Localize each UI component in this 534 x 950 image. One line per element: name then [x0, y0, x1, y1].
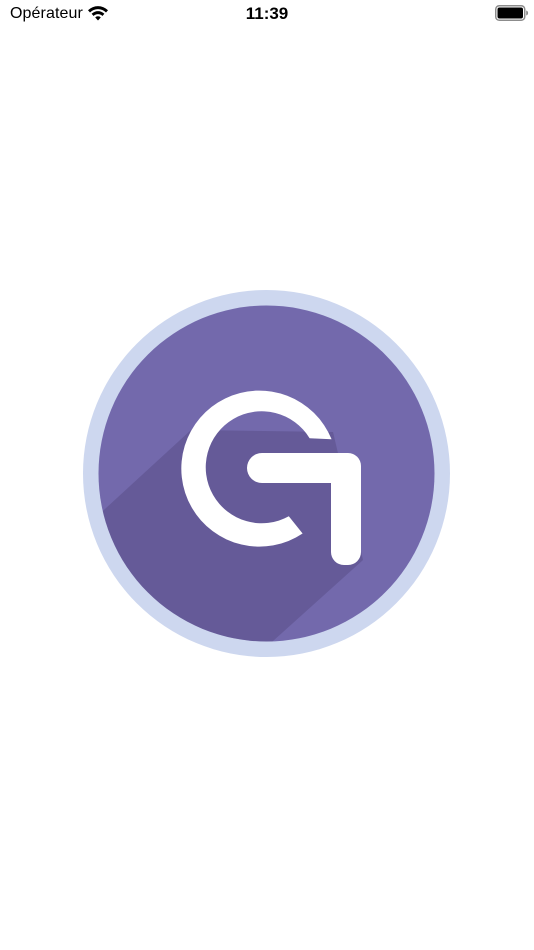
splash-screen: Opérateur 11:39 [0, 0, 534, 950]
clock: 11:39 [245, 4, 289, 23]
status-bar: Opérateur 11:39 [0, 0, 534, 30]
app-logo [83, 290, 450, 657]
battery-icon [495, 5, 529, 21]
